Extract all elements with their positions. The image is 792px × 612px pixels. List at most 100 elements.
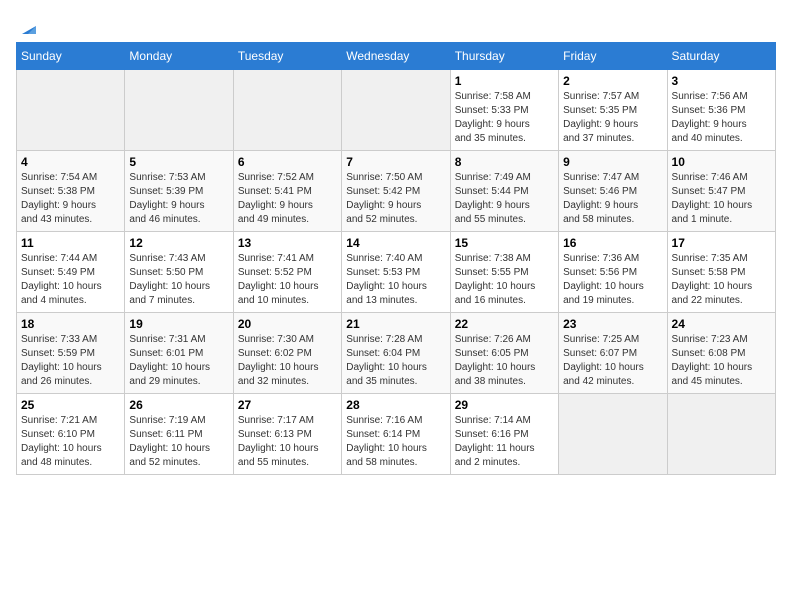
day-info: Sunrise: 7:57 AM Sunset: 5:35 PM Dayligh… — [563, 90, 662, 146]
calendar-cell: 16 Sunrise: 7:36 AM Sunset: 5:56 PM Dayli… — [559, 232, 667, 313]
day-number: 3 — [672, 74, 771, 88]
day-number: 1 — [455, 74, 554, 88]
day-number: 28 — [346, 398, 445, 412]
day-number: 15 — [455, 236, 554, 250]
day-info: Sunrise: 7:30 AM Sunset: 6:02 PM Dayligh… — [238, 333, 337, 389]
calendar-week-row: 25 Sunrise: 7:21 AM Sunset: 6:10 PM Dayli… — [17, 394, 776, 475]
day-info: Sunrise: 7:35 AM Sunset: 5:58 PM Dayligh… — [672, 252, 771, 308]
calendar-cell: 29 Sunrise: 7:14 AM Sunset: 6:16 PM Dayli… — [450, 394, 558, 475]
day-number: 17 — [672, 236, 771, 250]
day-info: Sunrise: 7:28 AM Sunset: 6:04 PM Dayligh… — [346, 333, 445, 389]
day-info: Sunrise: 7:43 AM Sunset: 5:50 PM Dayligh… — [129, 252, 228, 308]
calendar-cell: 19Sunrise: 7:31 AM Sunset: 6:01 PM Dayli… — [125, 313, 233, 394]
calendar-cell: 7 Sunrise: 7:50 AM Sunset: 5:42 PM Daylig… — [342, 151, 450, 232]
calendar-cell: 6Sunrise: 7:52 AM Sunset: 5:41 PM Daylig… — [233, 151, 341, 232]
header-wednesday: Wednesday — [342, 43, 450, 70]
calendar-cell: 15 Sunrise: 7:38 AM Sunset: 5:55 PM Dayli… — [450, 232, 558, 313]
day-number: 22 — [455, 317, 554, 331]
calendar-cell: 17 Sunrise: 7:35 AM Sunset: 5:58 PM Dayli… — [667, 232, 775, 313]
calendar-cell: 20 Sunrise: 7:30 AM Sunset: 6:02 PM Dayli… — [233, 313, 341, 394]
day-number: 29 — [455, 398, 554, 412]
day-number: 27 — [238, 398, 337, 412]
day-number: 9 — [563, 155, 662, 169]
header-sunday: Sunday — [17, 43, 125, 70]
page-header — [16, 16, 776, 34]
day-info: Sunrise: 7:54 AM Sunset: 5:38 PM Dayligh… — [21, 171, 120, 227]
day-number: 8 — [455, 155, 554, 169]
day-number: 23 — [563, 317, 662, 331]
day-info: Sunrise: 7:49 AM Sunset: 5:44 PM Dayligh… — [455, 171, 554, 227]
day-info: Sunrise: 7:50 AM Sunset: 5:42 PM Dayligh… — [346, 171, 445, 227]
day-info: Sunrise: 7:44 AM Sunset: 5:49 PM Dayligh… — [21, 252, 120, 308]
calendar-week-row: 18 Sunrise: 7:33 AM Sunset: 5:59 PM Dayli… — [17, 313, 776, 394]
calendar-cell: 13 Sunrise: 7:41 AM Sunset: 5:52 PM Dayli… — [233, 232, 341, 313]
day-info: Sunrise: 7:58 AM Sunset: 5:33 PM Dayligh… — [455, 90, 554, 146]
day-info: Sunrise: 7:33 AM Sunset: 5:59 PM Dayligh… — [21, 333, 120, 389]
calendar-cell: 4 Sunrise: 7:54 AM Sunset: 5:38 PM Daylig… — [17, 151, 125, 232]
day-info: Sunrise: 7:23 AM Sunset: 6:08 PM Dayligh… — [672, 333, 771, 389]
calendar-week-row: 1 Sunrise: 7:58 AM Sunset: 5:33 PM Daylig… — [17, 70, 776, 151]
header-saturday: Saturday — [667, 43, 775, 70]
day-number: 18 — [21, 317, 120, 331]
day-number: 20 — [238, 317, 337, 331]
day-info: Sunrise: 7:21 AM Sunset: 6:10 PM Dayligh… — [21, 414, 120, 470]
day-number: 26 — [129, 398, 228, 412]
logo — [16, 16, 40, 34]
day-number: 24 — [672, 317, 771, 331]
calendar-table: SundayMondayTuesdayWednesdayThursdayFrid… — [16, 42, 776, 475]
day-info: Sunrise: 7:53 AM Sunset: 5:39 PM Dayligh… — [129, 171, 228, 227]
day-info: Sunrise: 7:52 AM Sunset: 5:41 PM Dayligh… — [238, 171, 337, 227]
day-number: 25 — [21, 398, 120, 412]
day-info: Sunrise: 7:46 AM Sunset: 5:47 PM Dayligh… — [672, 171, 771, 227]
calendar-cell: 26Sunrise: 7:19 AM Sunset: 6:11 PM Dayli… — [125, 394, 233, 475]
calendar-cell: 3 Sunrise: 7:56 AM Sunset: 5:36 PM Daylig… — [667, 70, 775, 151]
header-tuesday: Tuesday — [233, 43, 341, 70]
day-info: Sunrise: 7:41 AM Sunset: 5:52 PM Dayligh… — [238, 252, 337, 308]
calendar-cell: 8 Sunrise: 7:49 AM Sunset: 5:44 PM Daylig… — [450, 151, 558, 232]
calendar-cell: 14Sunrise: 7:40 AM Sunset: 5:53 PM Dayli… — [342, 232, 450, 313]
day-number: 11 — [21, 236, 120, 250]
calendar-cell: 22 Sunrise: 7:26 AM Sunset: 6:05 PM Dayli… — [450, 313, 558, 394]
day-number: 21 — [346, 317, 445, 331]
calendar-cell — [342, 70, 450, 151]
calendar-cell: 23Sunrise: 7:25 AM Sunset: 6:07 PM Dayli… — [559, 313, 667, 394]
calendar-cell: 1 Sunrise: 7:58 AM Sunset: 5:33 PM Daylig… — [450, 70, 558, 151]
header-monday: Monday — [125, 43, 233, 70]
day-info: Sunrise: 7:38 AM Sunset: 5:55 PM Dayligh… — [455, 252, 554, 308]
day-number: 19 — [129, 317, 228, 331]
calendar-cell: 5 Sunrise: 7:53 AM Sunset: 5:39 PM Daylig… — [125, 151, 233, 232]
calendar-cell: 10 Sunrise: 7:46 AM Sunset: 5:47 PM Dayli… — [667, 151, 775, 232]
calendar-cell — [125, 70, 233, 151]
day-number: 16 — [563, 236, 662, 250]
calendar-cell — [233, 70, 341, 151]
day-number: 10 — [672, 155, 771, 169]
day-info: Sunrise: 7:56 AM Sunset: 5:36 PM Dayligh… — [672, 90, 771, 146]
calendar-week-row: 11 Sunrise: 7:44 AM Sunset: 5:49 PM Dayli… — [17, 232, 776, 313]
day-number: 12 — [129, 236, 228, 250]
day-number: 14 — [346, 236, 445, 250]
calendar-cell — [667, 394, 775, 475]
day-info: Sunrise: 7:17 AM Sunset: 6:13 PM Dayligh… — [238, 414, 337, 470]
calendar-header-row: SundayMondayTuesdayWednesdayThursdayFrid… — [17, 43, 776, 70]
day-number: 5 — [129, 155, 228, 169]
day-number: 13 — [238, 236, 337, 250]
day-info: Sunrise: 7:26 AM Sunset: 6:05 PM Dayligh… — [455, 333, 554, 389]
calendar-cell: 2 Sunrise: 7:57 AM Sunset: 5:35 PM Daylig… — [559, 70, 667, 151]
header-thursday: Thursday — [450, 43, 558, 70]
calendar-cell: 24 Sunrise: 7:23 AM Sunset: 6:08 PM Dayli… — [667, 313, 775, 394]
calendar-cell: 12 Sunrise: 7:43 AM Sunset: 5:50 PM Dayli… — [125, 232, 233, 313]
day-number: 4 — [21, 155, 120, 169]
day-info: Sunrise: 7:36 AM Sunset: 5:56 PM Dayligh… — [563, 252, 662, 308]
calendar-cell — [17, 70, 125, 151]
calendar-cell: 28 Sunrise: 7:16 AM Sunset: 6:14 PM Dayli… — [342, 394, 450, 475]
calendar-cell — [559, 394, 667, 475]
day-number: 7 — [346, 155, 445, 169]
day-number: 2 — [563, 74, 662, 88]
day-info: Sunrise: 7:16 AM Sunset: 6:14 PM Dayligh… — [346, 414, 445, 470]
calendar-cell: 27 Sunrise: 7:17 AM Sunset: 6:13 PM Dayli… — [233, 394, 341, 475]
calendar-cell: 21 Sunrise: 7:28 AM Sunset: 6:04 PM Dayli… — [342, 313, 450, 394]
day-info: Sunrise: 7:14 AM Sunset: 6:16 PM Dayligh… — [455, 414, 554, 470]
day-info: Sunrise: 7:47 AM Sunset: 5:46 PM Dayligh… — [563, 171, 662, 227]
calendar-cell: 9 Sunrise: 7:47 AM Sunset: 5:46 PM Daylig… — [559, 151, 667, 232]
header-friday: Friday — [559, 43, 667, 70]
